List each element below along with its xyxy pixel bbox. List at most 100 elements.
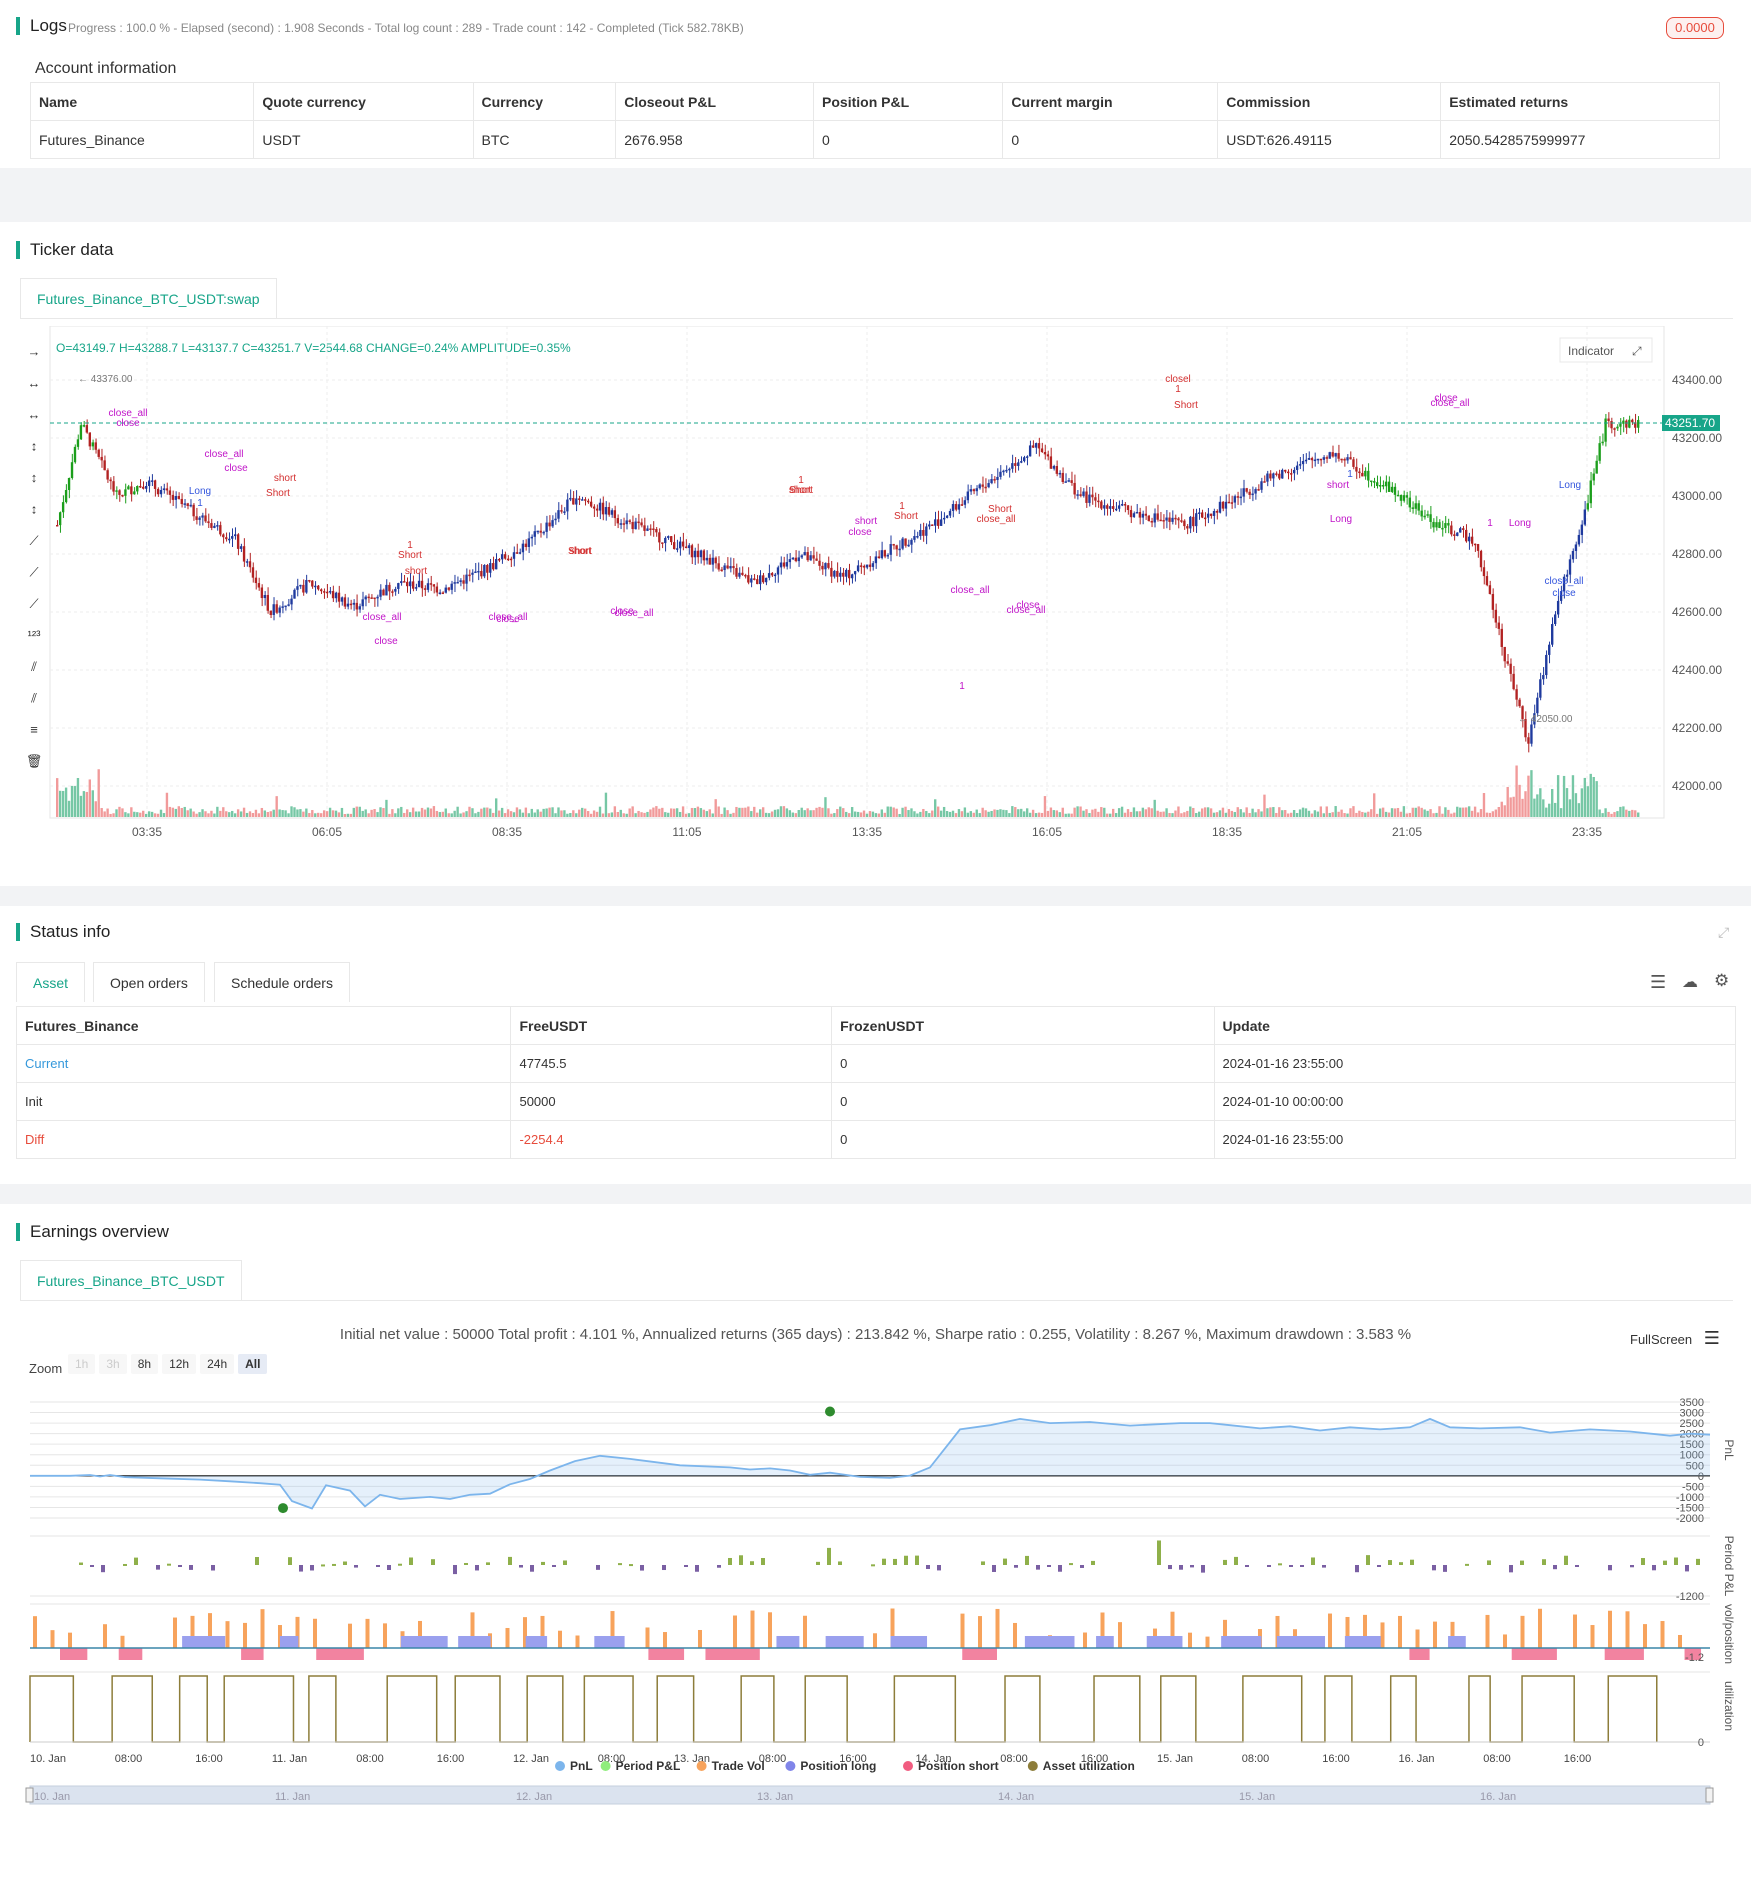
volume-bar [447,813,450,817]
x-tick-label: 11:05 [672,825,701,839]
volume-bar [210,810,213,817]
volume-bar [767,813,771,817]
tab-earnings-symbol[interactable]: Futures_Binance_BTC_USDT [20,1260,242,1300]
volume-bar [334,810,338,817]
fullscreen-button[interactable]: FullScreen ☰ [1630,1328,1720,1349]
candle-body [696,550,700,558]
volume-bar [406,809,409,817]
volume-bar [708,809,711,817]
candle-body [251,567,255,578]
candle-body [168,490,172,495]
logs-badge[interactable]: 0.0000 [1666,17,1724,39]
candlestick-chart[interactable]: → ↔ ↔ ↕ ↕ ↕ ⟋ ⟋ ⟋ ¹²³ ⫽ ⫽ ≡ 🗑 O=43149.7 H=43288.7 L=43… [0,326,1751,886]
zoom-All-button[interactable]: All [238,1354,268,1374]
candle-body [103,460,106,471]
candle-body [951,504,955,511]
tab-ticker-symbol[interactable]: Futures_Binance_BTC_USDT:swap [20,278,277,318]
period-pnl-bar [871,1564,875,1567]
candle-body [1583,509,1587,525]
volume-bar [1518,784,1521,817]
volume-bar [824,797,827,817]
candle-body [361,599,364,607]
position-long-bar [525,1636,548,1648]
volume-bar [159,809,163,817]
candle-body [945,515,949,518]
tab-open-orders[interactable]: Open orders [93,962,205,1002]
candle-body [806,552,809,561]
volume-bar [423,809,427,817]
zoom-1h-button[interactable]: 1h [68,1354,96,1374]
trade-annotation: 1 [1487,518,1493,529]
expand-icon[interactable]: ⤢ [1718,924,1729,941]
y-tick-label: 42200.00 [1672,721,1722,735]
tab-schedule-orders[interactable]: Schedule orders [214,962,350,1002]
period-pnl-bar [123,1563,127,1566]
candle-body [1325,457,1328,459]
tab-asset[interactable]: Asset [16,962,86,1002]
volume-bar [1577,803,1581,817]
volume-bar [936,806,940,817]
candle-body [895,545,898,550]
volume-bar [895,808,898,817]
zoom-8h-button[interactable]: 8h [130,1354,159,1374]
volume-bar [1272,807,1275,817]
candle-body [845,569,848,577]
candle-body [536,530,539,533]
volume-bar [228,812,231,817]
zoom-24h-button[interactable]: 24h [200,1354,235,1374]
volume-bar [509,811,513,817]
period-pnl-bar [1080,1565,1084,1568]
volume-bar [1257,809,1260,817]
volume-bar [103,811,106,817]
volume-bar [1595,781,1598,817]
volume-bar [1287,813,1290,817]
candle-body [284,605,287,608]
period-pnl-bar [1410,1559,1414,1565]
zoom-3h-button[interactable]: 3h [99,1354,127,1374]
volume-bar [358,806,361,817]
volume-bar [684,813,688,817]
volume-bar [127,813,130,817]
volume-bar [928,813,931,817]
list-icon[interactable]: ☰ [1650,972,1666,993]
drawing-tool-icon: ⫽ [30,659,37,674]
menu-icon[interactable]: ☰ [1704,1328,1720,1348]
candle-body [1574,544,1578,551]
period-pnl-bar [255,1557,259,1565]
candle-body [533,531,536,537]
asset-cell: 50000 [510,1082,833,1121]
gear-icon[interactable]: ⚙ [1714,971,1729,991]
volume-bar [788,810,792,817]
candle-body [1094,497,1097,501]
volume-bar [1284,810,1287,817]
drawing-tool-icon: ≡ [30,722,38,737]
trade-annotation: close_all [205,449,244,460]
candle-body [1287,471,1290,474]
candle-body [1631,419,1634,423]
candle-body [85,425,89,433]
candle-body [693,550,697,558]
candle-body [889,544,892,555]
volume-bar [800,807,803,817]
candle-body [471,572,474,575]
candle-body [1384,481,1388,487]
volume-bar [118,806,121,817]
volume-bar [1634,810,1637,817]
candle-body [1002,470,1005,473]
trade-vol-bar [645,1627,650,1648]
earnings-chart[interactable]: 3500300025002000150010005000-500-1000-15… [0,1390,1751,1880]
candle-body [788,559,792,563]
volume-bar [1551,788,1554,817]
trade-vol-bar [698,1629,702,1648]
volume-bar [1337,811,1340,817]
position-long-bar [1024,1636,1075,1648]
candle-body [465,574,468,584]
zoom-12h-button[interactable]: 12h [162,1354,197,1374]
volume-bar [311,810,314,817]
volume-bar [779,806,783,817]
volume-bar [536,809,539,817]
cloud-download-icon[interactable]: ☁ [1682,972,1698,992]
volume-bar [1429,809,1432,817]
candle-body [824,563,827,570]
candle-body [225,537,228,540]
